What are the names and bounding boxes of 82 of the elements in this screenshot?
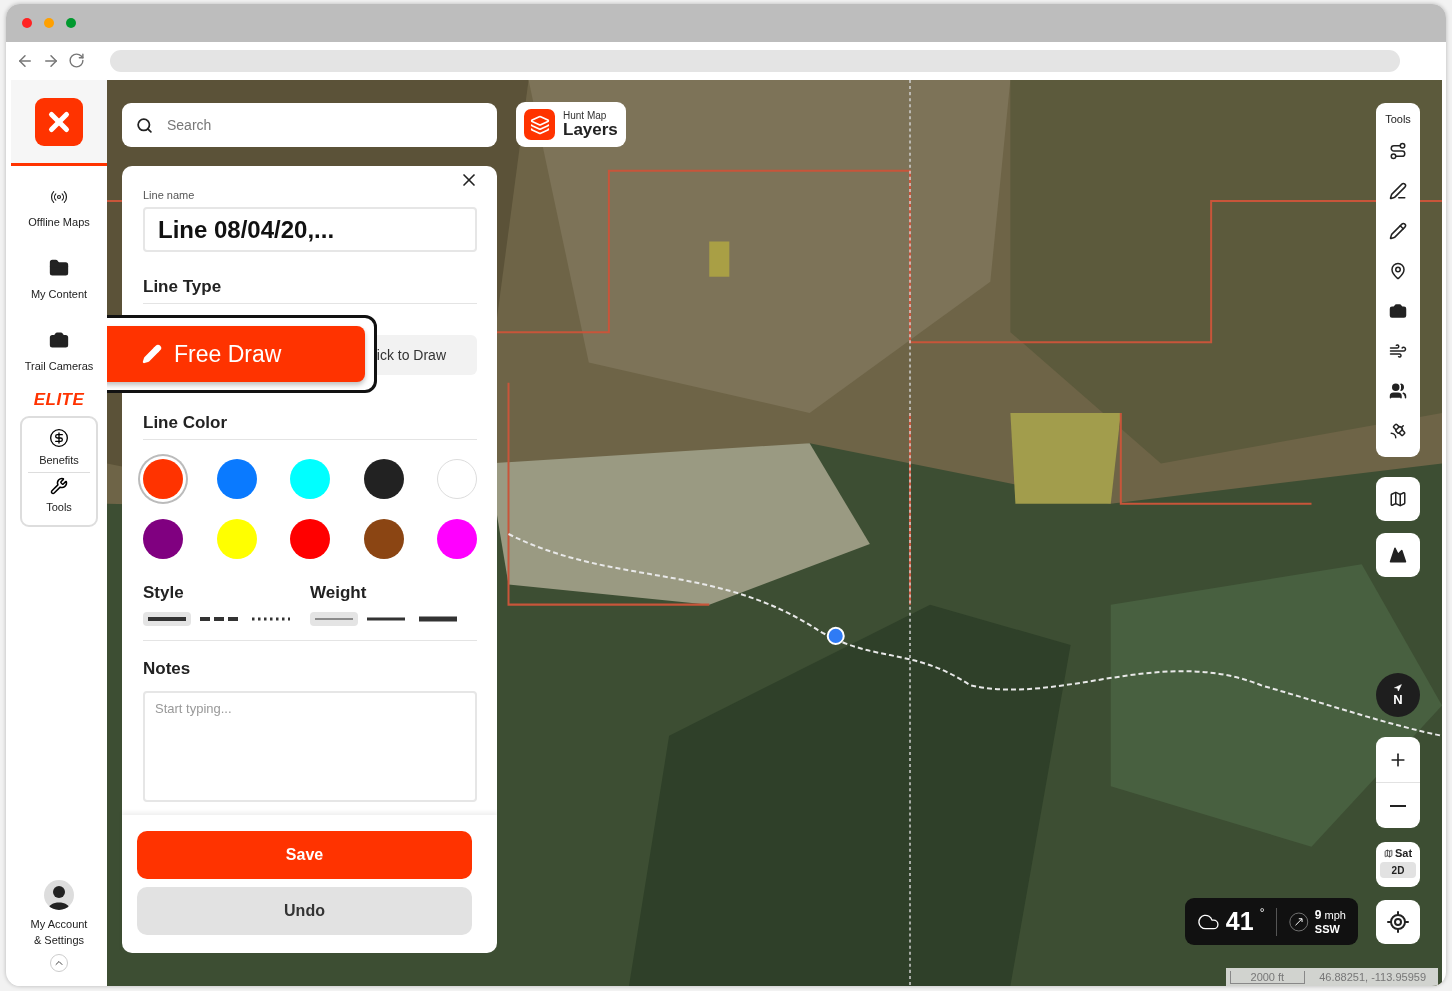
route-icon [1389, 142, 1407, 160]
line-style-option[interactable] [143, 612, 191, 626]
people-icon [1389, 382, 1407, 400]
pin-icon [1389, 262, 1407, 280]
folder-icon [49, 258, 69, 278]
forward-icon[interactable] [42, 52, 60, 70]
avatar[interactable] [44, 880, 74, 910]
map-type-button[interactable]: Sat [1383, 847, 1413, 859]
sidebar-item-label[interactable]: Tools [46, 501, 72, 513]
notes-field[interactable]: Start typing... [143, 691, 477, 802]
line-weight-sample [367, 616, 405, 622]
map-tool-button[interactable] [1376, 477, 1420, 521]
color-swatch[interactable] [437, 519, 477, 559]
map-icon [1383, 848, 1393, 858]
sidebar-item-label[interactable]: Offline Maps [28, 216, 90, 228]
search-field[interactable]: Search [122, 103, 497, 147]
sidebar-item-label[interactable]: Trail Cameras [24, 360, 94, 372]
wrench-icon [50, 477, 68, 495]
map-tool-button[interactable] [1376, 533, 1420, 577]
section-title: Line Color [143, 413, 229, 434]
color-swatch[interactable] [363, 519, 404, 559]
line-name-field[interactable]: Line 08/04/20,... [143, 207, 477, 252]
layers-icon [529, 114, 550, 135]
search-icon [136, 116, 153, 134]
weather-widget[interactable]: 41 ° 9 mph SSW [1185, 898, 1358, 945]
wind-speed: 9 mph [1314, 907, 1346, 922]
offline-signal-icon [50, 188, 68, 206]
section-title: Weight [310, 583, 368, 603]
undo-button[interactable]: Undo [137, 887, 472, 935]
dollar-icon [49, 428, 69, 448]
scale-label: 2000 ft [1229, 970, 1306, 984]
wind-icon [1389, 342, 1407, 360]
color-swatch[interactable] [216, 459, 257, 499]
color-swatch[interactable] [143, 519, 183, 559]
tools-title: Tools [1385, 113, 1411, 125]
layers-label: Layers [563, 121, 618, 139]
satellite-icon [1389, 422, 1407, 440]
temperature: 41 [1225, 907, 1254, 936]
wind-direction: SSW [1314, 921, 1341, 936]
back-icon[interactable] [16, 52, 34, 70]
app-logo[interactable] [35, 97, 83, 146]
color-swatch[interactable] [437, 459, 477, 499]
line-style-sample [252, 616, 290, 622]
locate-icon [1386, 910, 1410, 934]
sidebar-item-label[interactable]: My Content [30, 288, 88, 300]
section-title: Line Type [143, 277, 223, 298]
section-title: Style [143, 583, 185, 603]
line-type-option[interactable]: ick to Draw [376, 347, 446, 363]
north-arrow-icon [1394, 683, 1402, 692]
line-weight-sample [315, 616, 353, 622]
line-weight-sample [419, 616, 457, 622]
minus-icon [1390, 804, 1406, 807]
line-style-sample [200, 616, 238, 622]
layers-caption: Hunt Map [563, 110, 608, 121]
pencil-icon [1389, 222, 1407, 240]
field-label: Line name [143, 189, 196, 201]
color-swatch[interactable] [290, 519, 330, 559]
map-icon [1389, 490, 1407, 508]
layers-button[interactable]: Hunt Map Layers [516, 102, 626, 147]
line-type-option[interactable]: Free Draw [107, 326, 365, 382]
color-swatch[interactable] [363, 459, 404, 499]
locate-button[interactable] [1376, 900, 1420, 944]
section-title: Notes [143, 659, 192, 680]
pen-line-icon [1389, 182, 1407, 200]
color-swatch[interactable] [290, 459, 330, 499]
reload-icon[interactable] [68, 52, 85, 69]
color-swatch[interactable] [216, 519, 257, 559]
line-style-sample [148, 616, 186, 622]
wind-direction-icon [1289, 909, 1309, 934]
maximize-window-dot[interactable] [66, 18, 76, 28]
sidebar-item-label[interactable]: Benefits [39, 454, 79, 466]
elite-label: ELITE [33, 390, 85, 410]
camera-icon [1389, 302, 1407, 320]
coordinates: 46.88251, -113.95959 [1319, 971, 1426, 983]
view-mode-button[interactable]: 2D [1380, 862, 1416, 878]
pencil-icon [142, 344, 162, 364]
close-window-dot[interactable] [22, 18, 32, 28]
save-button[interactable]: Save [137, 831, 472, 879]
degree-sign: ° [1259, 906, 1265, 920]
minimize-window-dot[interactable] [44, 18, 54, 28]
camera-icon [49, 330, 69, 350]
account-settings-label[interactable]: My Account & Settings [27, 916, 91, 948]
